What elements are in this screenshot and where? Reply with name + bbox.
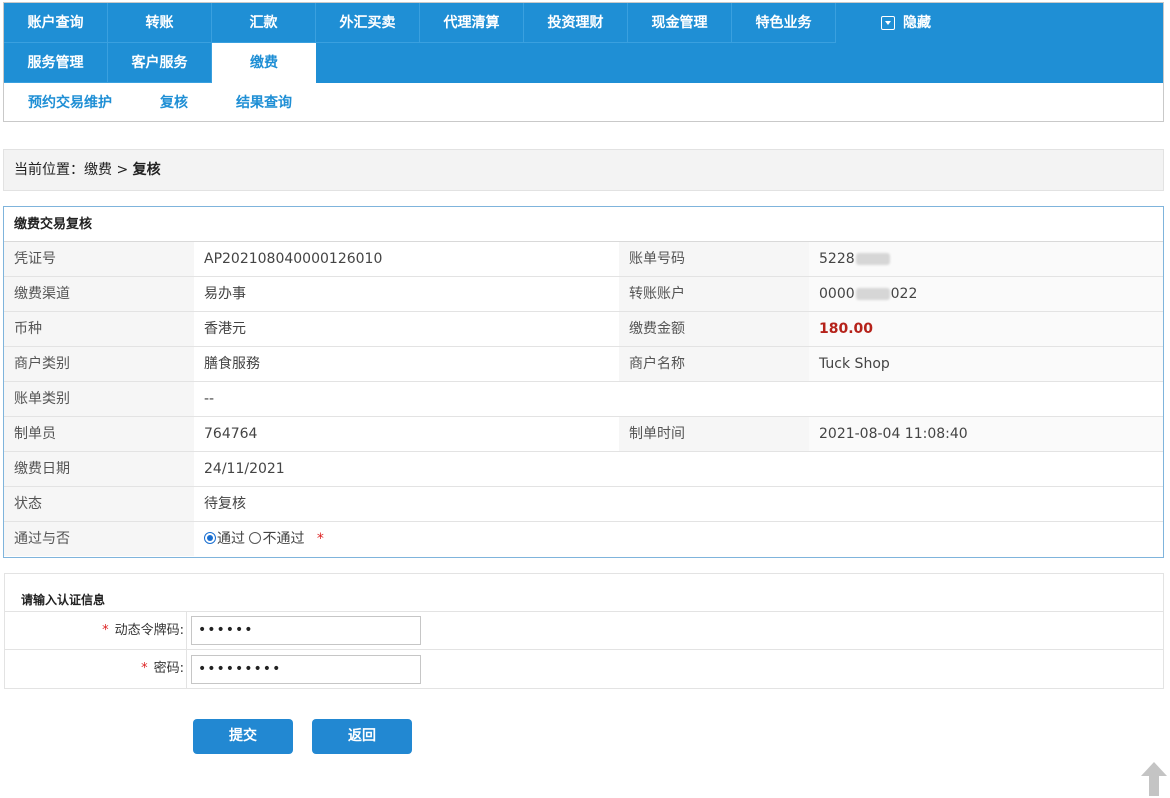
- auth-row-password: * 密码: •••••••••: [5, 650, 1163, 688]
- hide-menu-button[interactable]: 隐藏: [836, 3, 976, 43]
- channel-value: 易办事: [194, 277, 619, 311]
- nav-item-transfer[interactable]: 转账: [108, 3, 212, 43]
- pay-date-value: 24/11/2021: [194, 452, 1163, 486]
- amount-label: 缴费金额: [619, 312, 809, 346]
- auth-panel-title: 请输入认证信息: [5, 574, 1163, 612]
- password-input[interactable]: •••••••••: [191, 654, 421, 684]
- approve-yes-radio[interactable]: [204, 532, 216, 544]
- password-label-text: 密码:: [153, 661, 184, 676]
- table-row: 商户类别 膳食服務 商户名称 Tuck Shop: [4, 347, 1163, 382]
- breadcrumb: 当前位置：缴费 > 复核: [3, 149, 1164, 191]
- table-row: 通过与否 通过 不通过 *: [4, 522, 1163, 557]
- merchant-type-label: 商户类别: [4, 347, 194, 381]
- approve-no-label[interactable]: 不通过: [262, 531, 304, 547]
- bill-no-prefix: 5228: [819, 251, 855, 267]
- back-to-top-button[interactable]: [1139, 760, 1169, 796]
- required-mark: *: [102, 623, 109, 638]
- amount-value: 180.00: [819, 321, 874, 337]
- currency-value: 香港元: [194, 312, 619, 346]
- breadcrumb-prefix: 当前位置：: [14, 162, 84, 178]
- voucher-label: 凭证号: [4, 242, 194, 276]
- bill-type-label: 账单类别: [4, 382, 194, 416]
- required-mark: *: [141, 661, 148, 676]
- merchant-name-label: 商户名称: [619, 347, 809, 381]
- approve-options: 通过 不通过 *: [194, 522, 1163, 556]
- auth-row-token: * 动态令牌码: ••••••: [5, 612, 1163, 650]
- merchant-name-value: Tuck Shop: [809, 347, 1163, 381]
- nav-item-special-business[interactable]: 特色业务: [732, 3, 836, 43]
- approve-no-radio[interactable]: [249, 532, 262, 544]
- table-row: 制单员 764764 制单时间 2021-08-04 11:08:40: [4, 417, 1163, 452]
- token-field-wrap: ••••••: [187, 612, 421, 649]
- nav-row-secondary: 服务管理 客户服务 缴费: [4, 43, 316, 84]
- required-mark: *: [316, 531, 324, 547]
- token-label-text: 动态令牌码:: [114, 623, 184, 638]
- payment-review-panel: 缴费交易复核 凭证号 AP202108040000126010 账单号码 522…: [3, 206, 1164, 558]
- subnav-item-scheduled-maintenance[interactable]: 预约交易维护: [28, 92, 112, 112]
- token-label: * 动态令牌码:: [5, 612, 187, 649]
- sub-navigation: 预约交易维护 复核 结果查询: [4, 83, 340, 121]
- nav-item-cash-management[interactable]: 现金管理: [628, 3, 732, 43]
- account-value: 0000 022: [809, 277, 1163, 311]
- back-button[interactable]: 返回: [312, 719, 412, 754]
- auth-panel: 请输入认证信息 * 动态令牌码: •••••• * 密码: •••••••••: [4, 573, 1164, 689]
- voucher-value: AP202108040000126010: [194, 242, 619, 276]
- approve-label: 通过与否: [4, 522, 194, 556]
- collapse-icon: [881, 16, 895, 30]
- redacted-mask: [855, 253, 890, 265]
- bill-type-value: --: [194, 382, 1163, 416]
- breadcrumb-path: 缴费 >: [84, 162, 133, 178]
- table-row: 缴费渠道 易办事 转账账户 0000 022: [4, 277, 1163, 312]
- breadcrumb-current: 复核: [132, 162, 161, 178]
- token-input[interactable]: ••••••: [191, 616, 421, 645]
- bill-no-label: 账单号码: [619, 242, 809, 276]
- make-time-label: 制单时间: [619, 417, 809, 451]
- currency-label: 币种: [4, 312, 194, 346]
- maker-label: 制单员: [4, 417, 194, 451]
- top-navigation: 账户查询 转账 汇款 外汇买卖 代理清算 投资理财 现金管理 特色业务 隐藏 服…: [3, 2, 1164, 122]
- table-row: 状态 待复核: [4, 487, 1163, 522]
- review-panel-title: 缴费交易复核: [4, 207, 1163, 242]
- password-field-wrap: •••••••••: [187, 650, 421, 688]
- table-row: 凭证号 AP202108040000126010 账单号码 5228: [4, 242, 1163, 277]
- subnav-item-result-query[interactable]: 结果查询: [236, 92, 292, 112]
- approve-yes-label[interactable]: 通过: [217, 531, 245, 547]
- table-row: 币种 香港元 缴费金额 180.00: [4, 312, 1163, 347]
- nav-item-forex[interactable]: 外汇买卖: [316, 3, 420, 43]
- pay-date-label: 缴费日期: [4, 452, 194, 486]
- account-prefix: 0000: [819, 286, 855, 302]
- account-suffix: 022: [890, 286, 918, 302]
- merchant-type-value: 膳食服務: [194, 347, 619, 381]
- amount-value-cell: 180.00: [809, 312, 1163, 346]
- nav-item-account-query[interactable]: 账户查询: [4, 3, 108, 43]
- status-value: 待复核: [194, 487, 1163, 521]
- channel-label: 缴费渠道: [4, 277, 194, 311]
- nav-item-customer-service[interactable]: 客户服务: [108, 43, 212, 83]
- nav-item-investment[interactable]: 投资理财: [524, 3, 628, 43]
- maker-value: 764764: [194, 417, 619, 451]
- table-row: 账单类别 --: [4, 382, 1163, 417]
- password-label: * 密码:: [5, 650, 187, 688]
- nav-item-agency-clearing[interactable]: 代理清算: [420, 3, 524, 43]
- bill-no-value: 5228: [809, 242, 1163, 276]
- hide-menu-label: 隐藏: [903, 15, 931, 31]
- table-row: 缴费日期 24/11/2021: [4, 452, 1163, 487]
- nav-item-service-management[interactable]: 服务管理: [4, 43, 108, 83]
- redacted-mask: [855, 288, 890, 300]
- arrow-up-icon: [1141, 762, 1167, 796]
- account-label: 转账账户: [619, 277, 809, 311]
- status-label: 状态: [4, 487, 194, 521]
- make-time-value: 2021-08-04 11:08:40: [809, 417, 1163, 451]
- subnav-item-review[interactable]: 复核: [160, 92, 188, 112]
- nav-item-payment[interactable]: 缴费: [212, 43, 316, 84]
- nav-row-primary: 账户查询 转账 汇款 外汇买卖 代理清算 投资理财 现金管理 特色业务 隐藏: [4, 3, 976, 43]
- submit-button[interactable]: 提交: [193, 719, 293, 754]
- nav-item-remittance[interactable]: 汇款: [212, 3, 316, 43]
